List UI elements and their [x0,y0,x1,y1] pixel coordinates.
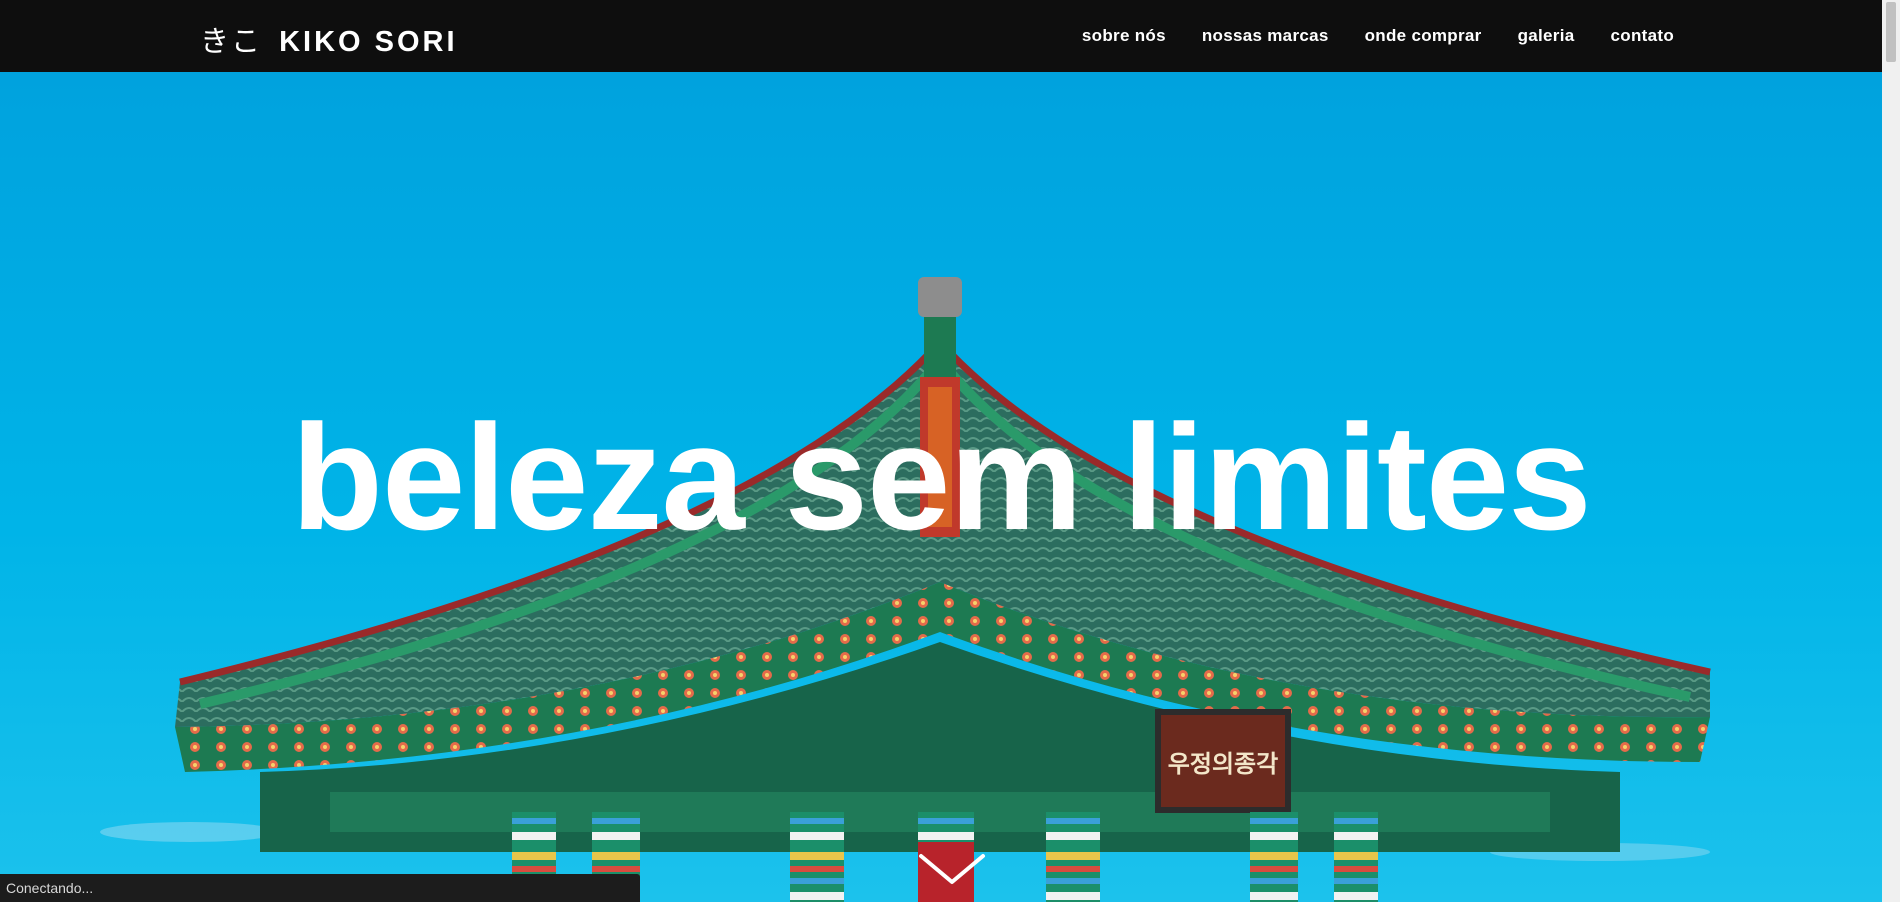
signboard-text: 우정의종각 [1168,750,1278,778]
scrollbar-thumb[interactable] [1886,2,1896,62]
logo-kana: きこ [200,24,263,58]
nav-link-onde-comprar[interactable]: onde comprar [1365,26,1482,46]
page-scrollbar[interactable] [1882,0,1900,902]
nav-link-galeria[interactable]: galeria [1518,26,1575,46]
nav-link-nossas-marcas[interactable]: nossas marcas [1202,26,1329,46]
hero-banner: 우정의종각 beleza sem limites [0,72,1882,902]
chevron-down-icon[interactable] [917,850,987,890]
top-navbar: きこ KIKO SORI sobre nós nossas marcas ond… [0,0,1900,72]
site-logo[interactable]: きこ KIKO SORI [200,18,458,60]
browser-status-bar: Conectando... [0,874,640,902]
nav-link-sobre-nos[interactable]: sobre nós [1082,26,1166,46]
logo-text: KIKO SORI [279,26,458,58]
hero-headline: beleza sem limites [291,393,1591,561]
main-nav: sobre nós nossas marcas onde comprar gal… [1082,0,1674,72]
nav-link-contato[interactable]: contato [1611,26,1674,46]
